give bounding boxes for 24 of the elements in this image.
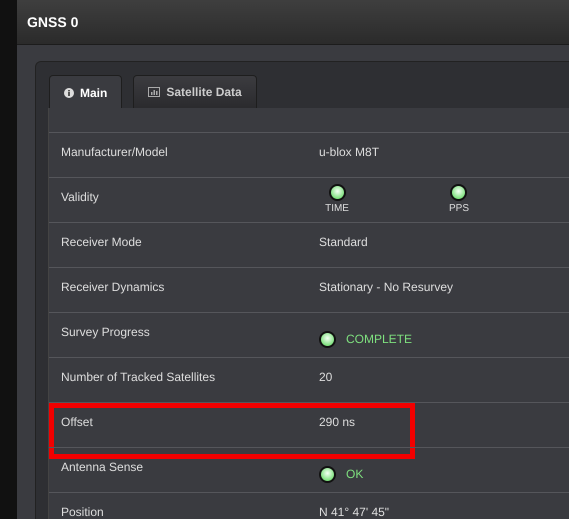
- status-text: COMPLETE: [346, 331, 412, 348]
- field-label: Receiver Dynamics: [60, 279, 166, 296]
- field-label: Survey Progress: [60, 324, 151, 341]
- field-label: Receiver Mode: [60, 234, 143, 251]
- field-value: Standard: [319, 234, 368, 251]
- window-title: GNSS 0: [27, 12, 78, 32]
- led-label: PPS: [448, 202, 469, 216]
- chart-icon: [148, 87, 160, 97]
- led-label: TIME: [325, 202, 349, 216]
- field-value: Stationary - No Resurvey: [319, 279, 454, 296]
- status-text: OK: [346, 466, 364, 483]
- tab[interactable]: Satellite Data: [133, 75, 257, 108]
- field-value: u-blox M8T: [319, 144, 380, 161]
- info-icon: [64, 88, 74, 98]
- field-value: 20: [319, 369, 332, 386]
- field-label: Manufacturer/Model: [60, 144, 169, 161]
- field-value: N 41° 47' 45": [319, 504, 390, 519]
- field-value: 290 ns: [319, 414, 356, 431]
- field-label: Validity: [60, 189, 100, 206]
- field-label: Position: [60, 504, 105, 519]
- field-label: Number of Tracked Satellites: [60, 369, 216, 386]
- tab[interactable]: Main: [49, 75, 122, 109]
- field-label: Offset: [60, 414, 94, 431]
- field-label: Antenna Sense: [60, 459, 144, 476]
